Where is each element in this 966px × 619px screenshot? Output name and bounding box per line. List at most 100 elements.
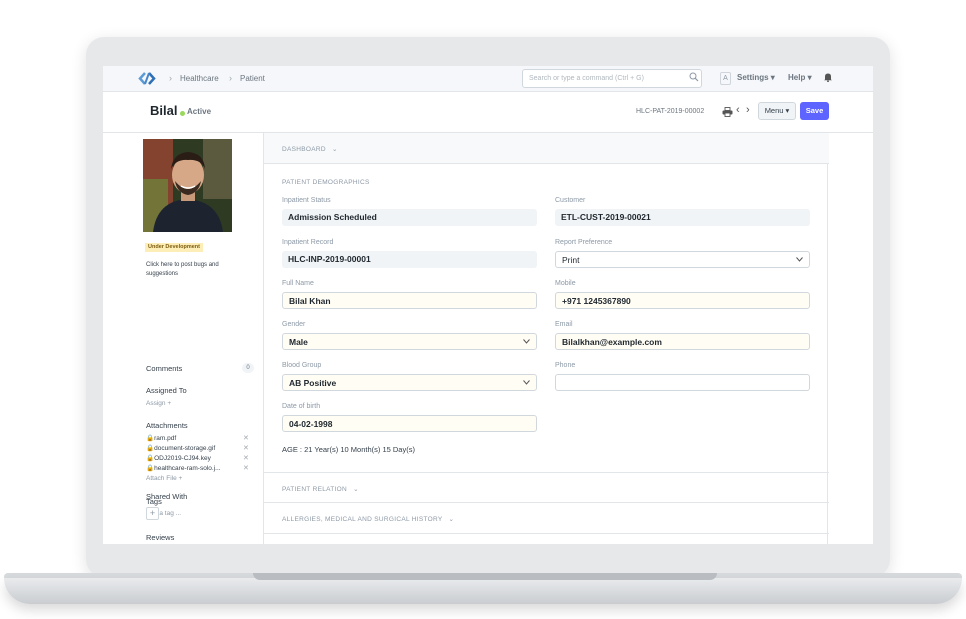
gender-select[interactable]: Male: [282, 333, 537, 350]
lock-icon: 🔒: [146, 455, 155, 462]
dob-input[interactable]: 04-02-1998: [282, 415, 537, 432]
lock-icon: 🔒: [146, 445, 155, 452]
remove-attachment-icon[interactable]: ✕: [243, 444, 249, 452]
dashboard-section-toggle[interactable]: DASHBOARD ⌄: [264, 133, 829, 164]
plus-icon: +: [178, 475, 183, 482]
help-dropdown[interactable]: Help ▾: [788, 73, 812, 82]
chevron-down-icon: ⌄: [331, 146, 338, 153]
laptop-base: [4, 578, 962, 604]
attachment-name: document-storage.gif: [154, 445, 216, 452]
chevron-down-icon: [523, 339, 530, 344]
customer-field: ETL-CUST-2019-00021: [555, 209, 810, 226]
laptop-notch: [253, 573, 717, 580]
inpatient-record-label: Inpatient Record: [282, 239, 334, 246]
plus-icon: +: [167, 400, 172, 407]
chevron-right-icon[interactable]: ›: [746, 104, 750, 116]
caret-down-icon: ▾: [770, 73, 775, 82]
blood-group-select[interactable]: AB Positive: [282, 374, 537, 391]
status-dot-icon: [180, 111, 185, 116]
chevron-left-icon[interactable]: ‹: [736, 104, 740, 116]
help-label: Help: [788, 73, 806, 82]
email-input[interactable]: Bilalkhan@example.com: [555, 333, 810, 350]
attachment-item[interactable]: 🔒ram.pdf: [146, 434, 176, 442]
inpatient-record-field: HLC-INP-2019-00001: [282, 251, 537, 268]
attachment-name: ODJ2019-CJ94.key: [154, 455, 211, 462]
inpatient-status-label: Inpatient Status: [282, 197, 331, 204]
assign-link-label: Assign: [146, 400, 166, 407]
demographics-section-label: PATIENT DEMOGRAPHICS: [282, 179, 370, 186]
comments-label: Comments: [146, 364, 183, 373]
bell-icon[interactable]: [823, 72, 833, 82]
remove-attachment-icon[interactable]: ✕: [243, 464, 249, 472]
status-badge: Active: [187, 107, 212, 116]
plus-icon: +: [149, 508, 156, 518]
full-name-input[interactable]: Bilal Khan: [282, 292, 537, 309]
settings-dropdown[interactable]: Settings ▾: [737, 73, 775, 82]
assign-link[interactable]: Assign +: [146, 400, 171, 407]
breadcrumb-patient[interactable]: Patient: [240, 74, 265, 83]
chevron-down-icon: ⌄: [353, 486, 359, 493]
navbar: › Healthcare › Patient Search or type a …: [103, 66, 873, 92]
caret-down-icon: ▾: [785, 106, 790, 115]
inpatient-status-field: Admission Scheduled: [282, 209, 537, 226]
add-share-button[interactable]: +: [146, 507, 159, 520]
menu-button[interactable]: Menu ▾: [758, 102, 796, 120]
allergies-section-toggle[interactable]: ALLERGIES, MEDICAL AND SURGICAL HISTORY …: [264, 503, 829, 534]
form-sidebar: Under Development Click here to post bug…: [103, 133, 263, 544]
printer-icon[interactable]: [722, 107, 733, 117]
phone-label: Phone: [555, 362, 576, 369]
app-logo-icon[interactable]: [137, 72, 157, 85]
remove-attachment-icon[interactable]: ✕: [243, 454, 249, 462]
breadcrumb-chevron-icon: ›: [229, 73, 232, 83]
bug-report-link[interactable]: Click here to post bugs and suggestions: [146, 261, 236, 279]
search-icon: [689, 72, 699, 82]
chevron-down-icon: [523, 380, 530, 385]
patient-relation-label: PATIENT RELATION: [282, 486, 347, 493]
patient-relation-section-toggle[interactable]: PATIENT RELATION ⌄: [264, 472, 829, 503]
search-input[interactable]: Search or type a command (Ctrl + G): [522, 69, 702, 88]
patient-photo-image: [143, 139, 232, 232]
dob-label: Date of birth: [282, 403, 321, 410]
blood-group-value: AB Positive: [289, 378, 337, 388]
page-title: Bilal: [150, 103, 178, 118]
mobile-label: Mobile: [555, 280, 576, 287]
customer-label: Customer: [555, 197, 586, 204]
report-preference-select[interactable]: Print: [555, 251, 810, 268]
chevron-down-icon: [796, 257, 803, 262]
save-button[interactable]: Save: [800, 102, 829, 120]
attach-file-link[interactable]: Attach File +: [146, 475, 182, 482]
phone-input[interactable]: [555, 374, 810, 391]
gender-label: Gender: [282, 321, 306, 328]
attachment-item[interactable]: 🔒ODJ2019-CJ94.key: [146, 454, 211, 462]
under-development-badge: Under Development: [145, 243, 203, 252]
app-screen: › Healthcare › Patient Search or type a …: [103, 66, 873, 544]
dashboard-section-label: DASHBOARD: [282, 146, 326, 153]
settings-label: Settings: [737, 73, 769, 82]
blood-group-label: Blood Group: [282, 362, 322, 369]
page-header: Bilal Active HLC-PAT-2019-00002 ‹ › Menu…: [103, 92, 873, 133]
attachment-item[interactable]: 🔒healthcare-ram-solo.j...: [146, 464, 221, 472]
lock-icon: 🔒: [146, 465, 155, 472]
caret-down-icon: ▾: [807, 73, 812, 82]
breadcrumb-healthcare[interactable]: Healthcare: [180, 74, 219, 83]
allergies-label: ALLERGIES, MEDICAL AND SURGICAL HISTORY: [282, 516, 443, 523]
attachment-name: ram.pdf: [154, 435, 177, 442]
gender-value: Male: [289, 337, 308, 347]
user-avatar[interactable]: A: [720, 72, 731, 85]
remove-attachment-icon[interactable]: ✕: [243, 434, 249, 442]
attachments-label: Attachments: [146, 421, 188, 430]
assigned-to-label: Assigned To: [146, 386, 187, 395]
patient-photo[interactable]: [143, 139, 232, 232]
report-preference-label: Report Preference: [555, 239, 613, 246]
menu-button-label: Menu: [764, 106, 784, 115]
chevron-down-icon: ⌄: [448, 516, 455, 523]
age-text: AGE : 21 Year(s) 10 Month(s) 15 Day(s): [282, 445, 415, 454]
email-label: Email: [555, 321, 573, 328]
shared-with-label: Shared With: [146, 492, 188, 501]
attachment-item[interactable]: 🔒document-storage.gif: [146, 444, 215, 452]
lock-icon: 🔒: [146, 435, 155, 442]
document-id: HLC-PAT-2019-00002: [636, 108, 705, 115]
attachment-name: healthcare-ram-solo.j...: [154, 465, 221, 472]
mobile-input[interactable]: +971 1245367890: [555, 292, 810, 309]
reviews-label: Reviews: [146, 533, 175, 542]
